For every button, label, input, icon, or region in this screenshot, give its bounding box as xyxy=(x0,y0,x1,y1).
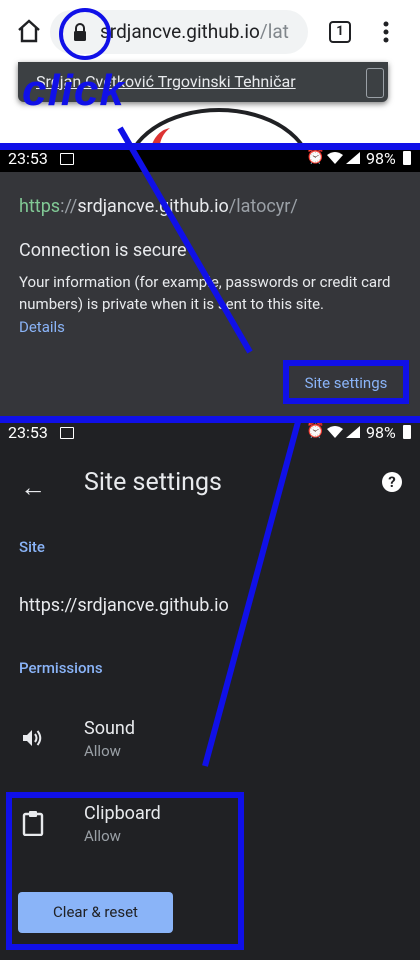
wifi-icon xyxy=(327,152,343,164)
more-menu-icon[interactable] xyxy=(383,21,389,43)
connection-description: Your information (for example, passwords… xyxy=(19,273,391,313)
back-arrow-icon[interactable]: ← xyxy=(20,472,46,503)
page-title: Site settings xyxy=(84,468,222,497)
battery-icon xyxy=(403,151,411,165)
wifi-icon xyxy=(327,426,343,438)
signal-icon xyxy=(346,152,360,164)
speaker-icon xyxy=(23,730,42,746)
lock-highlight-circle xyxy=(59,8,111,60)
permissions-section-header: Permissions xyxy=(19,659,103,677)
gallery-icon xyxy=(60,153,74,165)
status-bar: 23:53 ⏰ 98% xyxy=(0,420,420,446)
permission-sound-value: Allow xyxy=(84,742,121,760)
site-settings-highlight-box xyxy=(283,360,409,404)
tab-switcher-button[interactable]: 1 xyxy=(329,21,351,43)
clipboard-highlight-box xyxy=(6,792,244,950)
details-link[interactable]: Details xyxy=(19,318,65,336)
signal-icon xyxy=(346,426,360,438)
battery-percent: 98% xyxy=(366,149,396,168)
status-time: 23:53 xyxy=(8,149,48,168)
alarm-icon: ⏰ xyxy=(306,421,325,439)
drag-handle-icon[interactable] xyxy=(366,68,384,98)
home-icon[interactable] xyxy=(16,19,42,43)
gallery-icon xyxy=(60,427,74,439)
address-text[interactable]: srdjancve.github.io/lat xyxy=(100,20,289,43)
permission-sound-name[interactable]: Sound xyxy=(84,718,135,739)
site-url: https://srdjancve.github.io xyxy=(19,595,229,616)
site-section-header: Site xyxy=(19,538,45,556)
connection-title: Connection is secure xyxy=(19,240,187,261)
click-annotation-label: click xyxy=(22,66,125,115)
status-time: 23:53 xyxy=(8,423,48,442)
panel-divider xyxy=(0,416,420,423)
battery-percent: 98% xyxy=(366,423,396,442)
help-icon[interactable]: ? xyxy=(382,472,402,492)
connection-url: https://srdjancve.github.io/latocyr/ xyxy=(19,196,298,217)
panel-divider xyxy=(0,143,420,150)
battery-icon xyxy=(403,425,411,439)
